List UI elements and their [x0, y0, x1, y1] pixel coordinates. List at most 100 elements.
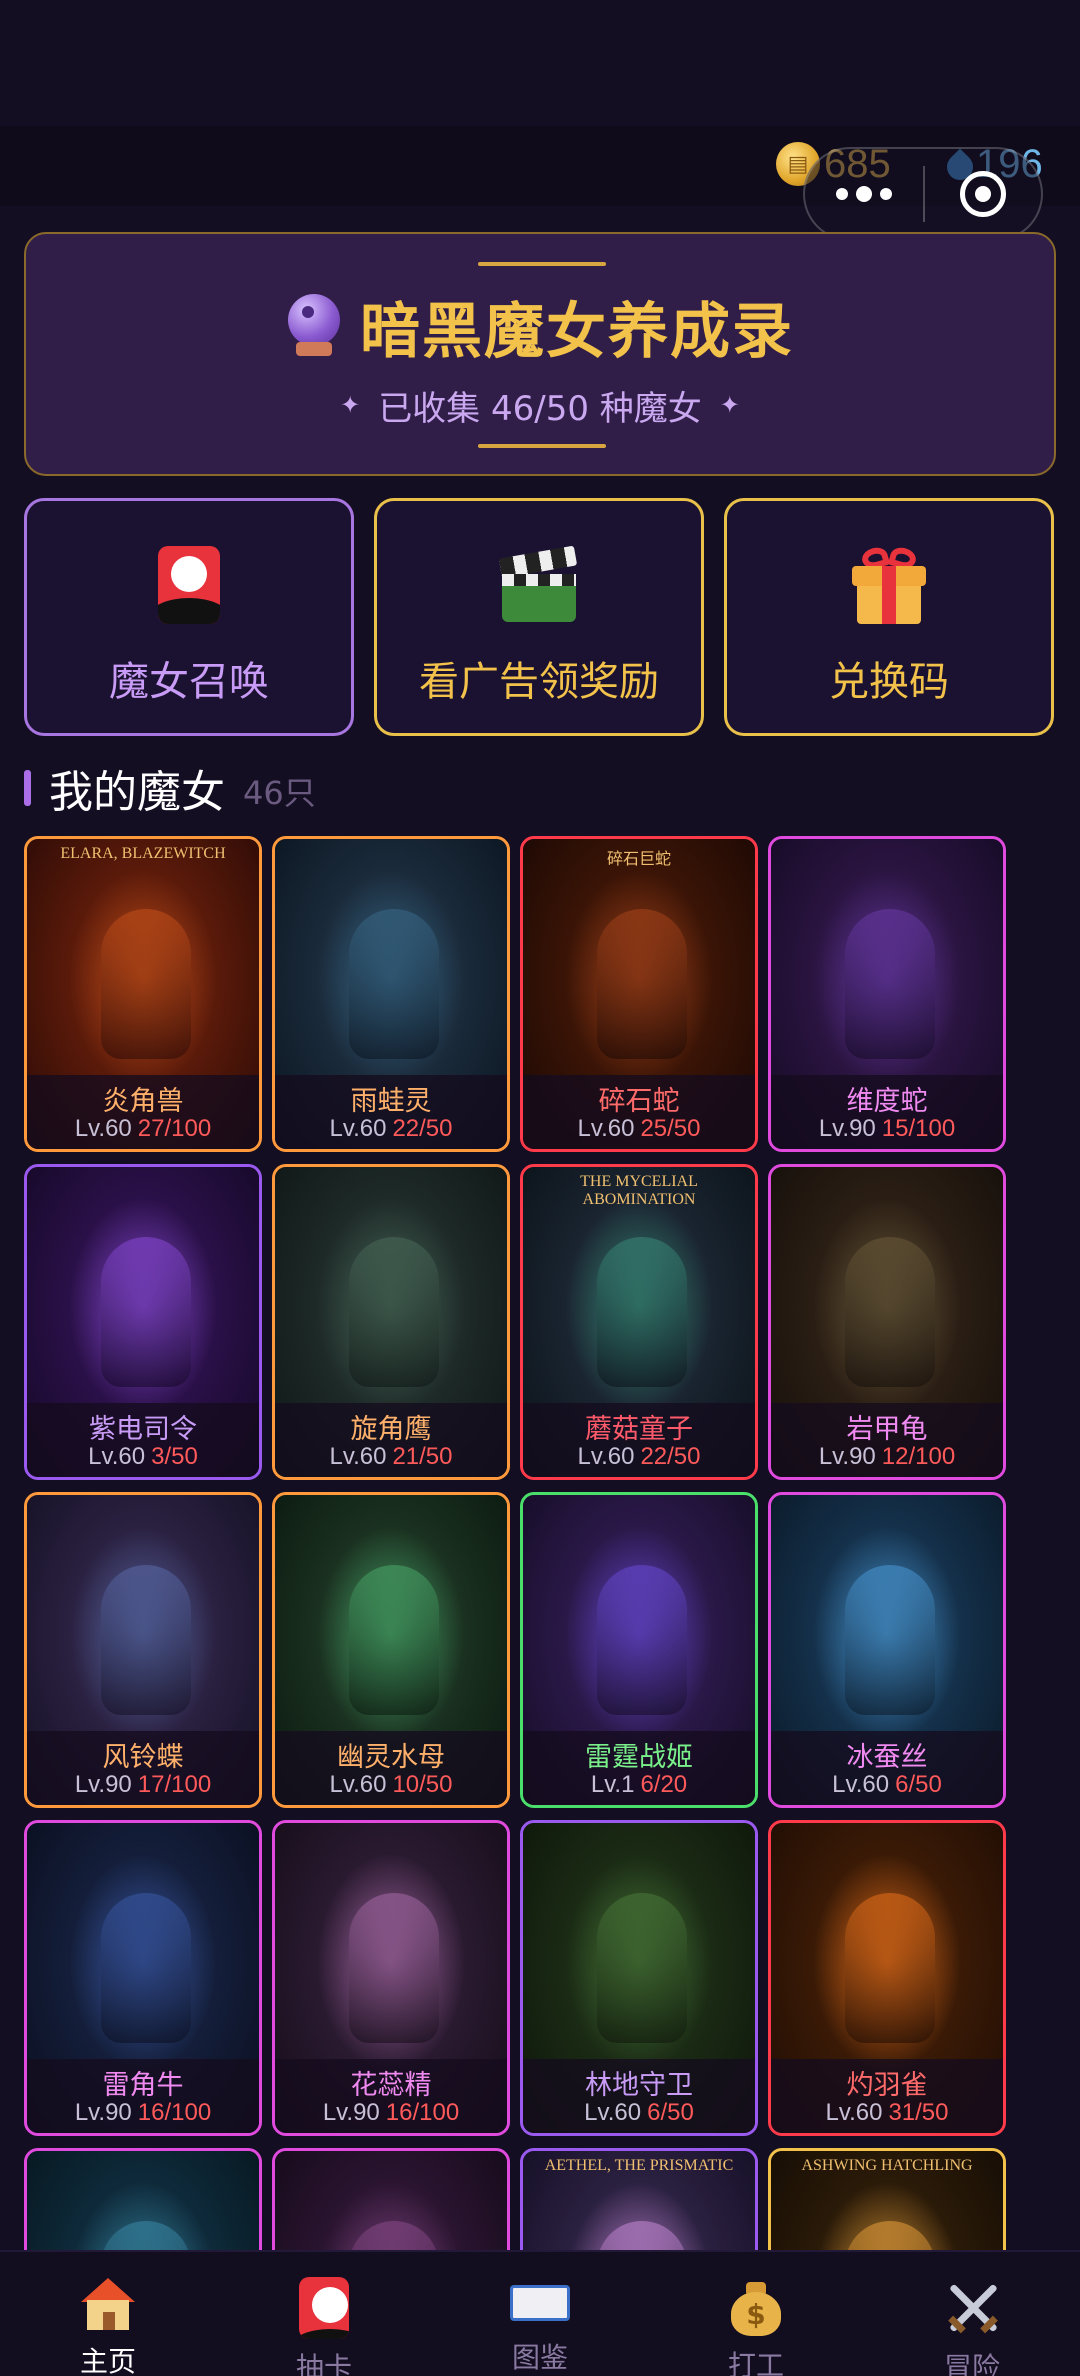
witch-card[interactable]: ELARA, BLAZEWITCH 炎角兽 Lv.60 27/100 — [24, 836, 262, 1152]
nav-work-label: 打工 — [727, 2349, 784, 2376]
witch-card[interactable]: 幽灵水母 Lv.60 10/50 — [272, 1492, 510, 1808]
witch-name: 风铃蝶 — [102, 1742, 184, 1773]
card-portrait-title: ELARA, BLAZEWITCH — [60, 845, 226, 862]
shard-progress: 31/50 — [888, 2099, 949, 2126]
witch-name: 灼羽雀 — [846, 2070, 928, 2101]
nav-home[interactable]: 主页 — [0, 2252, 216, 2376]
witch-level: Lv.60 27/100 — [27, 1115, 259, 1143]
watch-ad-button[interactable]: 看广告领奖励 — [374, 498, 704, 736]
witch-card[interactable] — [24, 2148, 262, 2256]
witch-card[interactable]: 碎石巨蛇 碎石蛇 Lv.60 25/50 — [520, 836, 758, 1152]
witch-card[interactable]: 岩甲龟 Lv.90 12/100 — [768, 1164, 1006, 1480]
nav-gacha[interactable]: 抽卡 — [216, 2252, 432, 2376]
nav-adventure[interactable]: 冒险 — [864, 2252, 1080, 2376]
app-root: ▤ 685 196 暗黑魔女养成录 ✦ 已收集 46/50 种魔女 ✦ — [0, 0, 1080, 2376]
card-portrait-title: ASHWING HATCHLING — [801, 2157, 973, 2174]
more-options-button[interactable] — [805, 149, 923, 239]
witch-figure — [349, 909, 439, 1059]
witch-level: Lv.90 15/100 — [771, 1115, 1003, 1143]
redeem-code-label: 兑换码 — [829, 659, 949, 705]
witch-figure — [597, 1237, 687, 1387]
witch-card[interactable]: 林地守卫 Lv.60 6/50 — [520, 1820, 758, 2136]
close-mini-program-button[interactable] — [925, 171, 1041, 217]
witch-card[interactable]: 紫电司令 Lv.60 3/50 — [24, 1164, 262, 1480]
witch-card[interactable]: AETHEL, THE PRISMATIC — [520, 2148, 758, 2256]
summon-card-icon — [299, 2277, 349, 2339]
banner-title-row: 暗黑魔女养成录 — [26, 286, 1054, 367]
target-close-icon — [960, 171, 1006, 217]
witch-figure — [101, 1565, 191, 1715]
nav-adventure-label: 冒险 — [943, 2351, 1000, 2376]
house-icon — [81, 2278, 135, 2332]
witch-name: 旋角鹰 — [350, 1414, 432, 1445]
bottom-nav: 主页 抽卡 图鉴 $ 打工 冒险 — [0, 2250, 1080, 2376]
witch-figure — [845, 1565, 935, 1715]
witch-name: 林地守卫 — [585, 2070, 693, 2101]
shard-progress: 12/100 — [881, 1443, 956, 1470]
witch-card[interactable]: 冰蚕丝 Lv.60 6/50 — [768, 1492, 1006, 1808]
witch-level: Lv.60 3/50 — [27, 1443, 259, 1471]
witch-figure — [101, 909, 191, 1059]
witch-card[interactable] — [272, 2148, 510, 2256]
crystal-ball-icon — [286, 294, 342, 358]
nav-codex[interactable]: 图鉴 — [432, 2252, 648, 2376]
witch-card[interactable]: 旋角鹰 Lv.60 21/50 — [272, 1164, 510, 1480]
witch-figure — [101, 1237, 191, 1387]
mini-program-capsule — [803, 147, 1043, 241]
level-text: Lv.90 — [322, 2099, 380, 2126]
witch-name: 雨蛙灵 — [350, 1086, 432, 1117]
witch-figure — [349, 1893, 439, 2043]
witch-card-grid: ELARA, BLAZEWITCH 炎角兽 Lv.60 27/100 雨蛙灵 Lv.60 2… — [24, 836, 1024, 2256]
witch-card[interactable]: 雨蛙灵 Lv.60 22/50 — [272, 836, 510, 1152]
banner-divider-bottom — [478, 444, 606, 448]
witch-figure — [597, 909, 687, 1059]
nav-work[interactable]: $ 打工 — [648, 2252, 864, 2376]
witch-level: Lv.90 16/100 — [27, 2099, 259, 2127]
witch-figure — [845, 1893, 935, 2043]
shard-progress: 21/50 — [392, 1443, 453, 1470]
witch-card[interactable]: 花蕊精 Lv.90 16/100 — [272, 1820, 510, 2136]
witch-level: Lv.60 25/50 — [523, 1115, 755, 1143]
witch-card[interactable]: 雷角牛 Lv.90 16/100 — [24, 1820, 262, 2136]
level-text: Lv.60 — [825, 2099, 883, 2126]
witch-figure — [845, 1237, 935, 1387]
witch-level: Lv.90 16/100 — [275, 2099, 507, 2127]
witch-level: Lv.60 6/50 — [771, 1771, 1003, 1799]
crossed-swords-icon — [942, 2277, 1002, 2339]
level-text: Lv.60 — [577, 1443, 635, 1470]
witch-level: Lv.60 6/50 — [523, 2099, 755, 2127]
card-portrait-title: THE MYCELIAL ABOMINATION — [580, 1173, 698, 1208]
witch-card[interactable]: 风铃蝶 Lv.90 17/100 — [24, 1492, 262, 1808]
witch-card[interactable]: THE MYCELIAL ABOMINATION 蘑菇童子 Lv.60 22/50 — [520, 1164, 758, 1480]
witch-name: 雷霆战姬 — [585, 1742, 693, 1773]
witch-level: Lv.90 17/100 — [27, 1771, 259, 1799]
nav-gacha-label: 抽卡 — [295, 2351, 352, 2376]
level-text: Lv.90 — [818, 1443, 876, 1470]
level-text: Lv.90 — [818, 1115, 876, 1142]
witch-name: 岩甲龟 — [846, 1414, 928, 1445]
shard-progress: 25/50 — [640, 1115, 701, 1142]
summon-card-icon — [158, 546, 220, 624]
witch-card[interactable]: 灼羽雀 Lv.60 31/50 — [768, 1820, 1006, 2136]
witch-card[interactable]: ASHWING HATCHLING — [768, 2148, 1006, 2256]
more-dot-icon — [836, 188, 848, 200]
redeem-code-button[interactable]: 兑换码 — [724, 498, 1054, 736]
sparkle-icon: ✦ — [340, 391, 361, 419]
witch-name: 维度蛇 — [846, 1086, 928, 1117]
clapperboard-icon — [498, 545, 578, 622]
shard-progress: 15/100 — [881, 1115, 956, 1142]
level-text: Lv.60 — [577, 1115, 635, 1142]
witch-card[interactable]: 雷霆战姬 Lv.1 6/20 — [520, 1492, 758, 1808]
witch-card[interactable]: 维度蛇 Lv.90 15/100 — [768, 836, 1006, 1152]
more-dot-icon — [856, 186, 872, 202]
shard-progress: 22/50 — [640, 1443, 701, 1470]
witch-figure — [597, 1565, 687, 1715]
card-portrait-title: 碎石巨蛇 — [606, 851, 671, 868]
witch-figure — [101, 1893, 191, 2043]
summon-button[interactable]: 魔女召唤 — [24, 498, 354, 736]
witch-name: 冰蚕丝 — [846, 1742, 928, 1773]
banner-divider-top — [478, 262, 606, 266]
shard-progress: 22/50 — [392, 1115, 453, 1142]
summon-label: 魔女召唤 — [109, 659, 269, 705]
level-text: Lv.60 — [74, 1115, 132, 1142]
